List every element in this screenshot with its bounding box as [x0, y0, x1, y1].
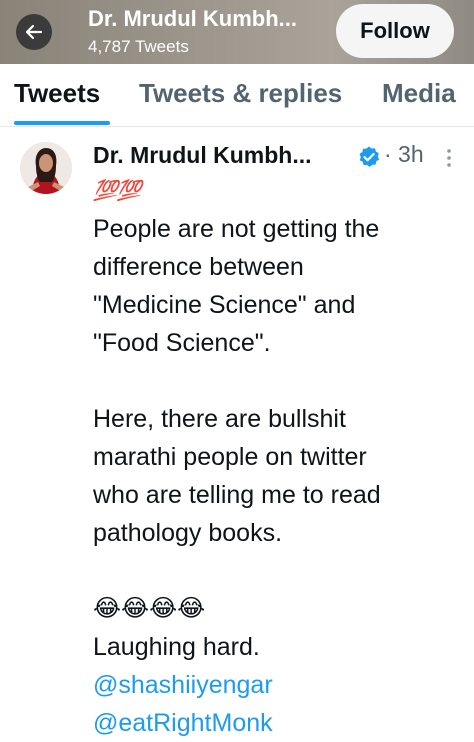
tweet-line: "Food Science". [93, 329, 271, 357]
tweet-line: Here, there are bullshit [93, 405, 346, 433]
tweet-line: People are not getting the [93, 215, 380, 243]
hundred-emoji-text: 💯💯 [93, 180, 142, 202]
follow-button[interactable]: Follow [336, 4, 454, 58]
avatar[interactable] [20, 142, 72, 194]
hundred-emoji: 💯💯 [93, 178, 142, 202]
tweet-line: who are telling me to read [93, 481, 381, 509]
tweet-line: difference between [93, 253, 304, 281]
tweet-author-name[interactable]: Dr. Mrudul Kumbh... [93, 142, 312, 169]
more-vertical-icon[interactable] [446, 148, 452, 168]
profile-tabs: Tweets Tweets & replies Media [0, 64, 474, 127]
tweet-text: People are not getting the difference be… [93, 210, 463, 742]
tweet-line: pathology books. [93, 519, 283, 547]
tweet-time[interactable]: · 3h [384, 141, 424, 168]
laughing-emoji-text: 😂😂😂😂 [93, 595, 206, 622]
mention-link-eatrightmonk[interactable]: @eatRightMonk [93, 704, 463, 742]
tweet-line: marathi people on twitter [93, 443, 367, 471]
tweet-line: Laughing hard. [93, 633, 260, 661]
header-title: Dr. Mrudul Kumbh... [88, 6, 297, 31]
tab-media[interactable]: Media [382, 78, 456, 109]
arrow-left-icon [25, 24, 43, 40]
avatar-image [20, 142, 72, 194]
back-button[interactable] [16, 14, 52, 50]
tweet-line: "Medicine Science" and [93, 291, 356, 319]
mention-link-shashiiyengar[interactable]: @shashiiyengar [93, 666, 463, 704]
profile-header: Dr. Mrudul Kumbh... 4,787 Tweets Follow [0, 0, 474, 64]
active-tab-indicator [14, 121, 110, 125]
verified-badge-icon [359, 146, 380, 167]
tab-tweets[interactable]: Tweets [14, 78, 100, 109]
tweet-count: 4,787 Tweets [88, 37, 189, 56]
laughing-emojis: 😂😂😂😂 [93, 590, 463, 628]
tab-tweets-replies[interactable]: Tweets & replies [139, 78, 342, 109]
